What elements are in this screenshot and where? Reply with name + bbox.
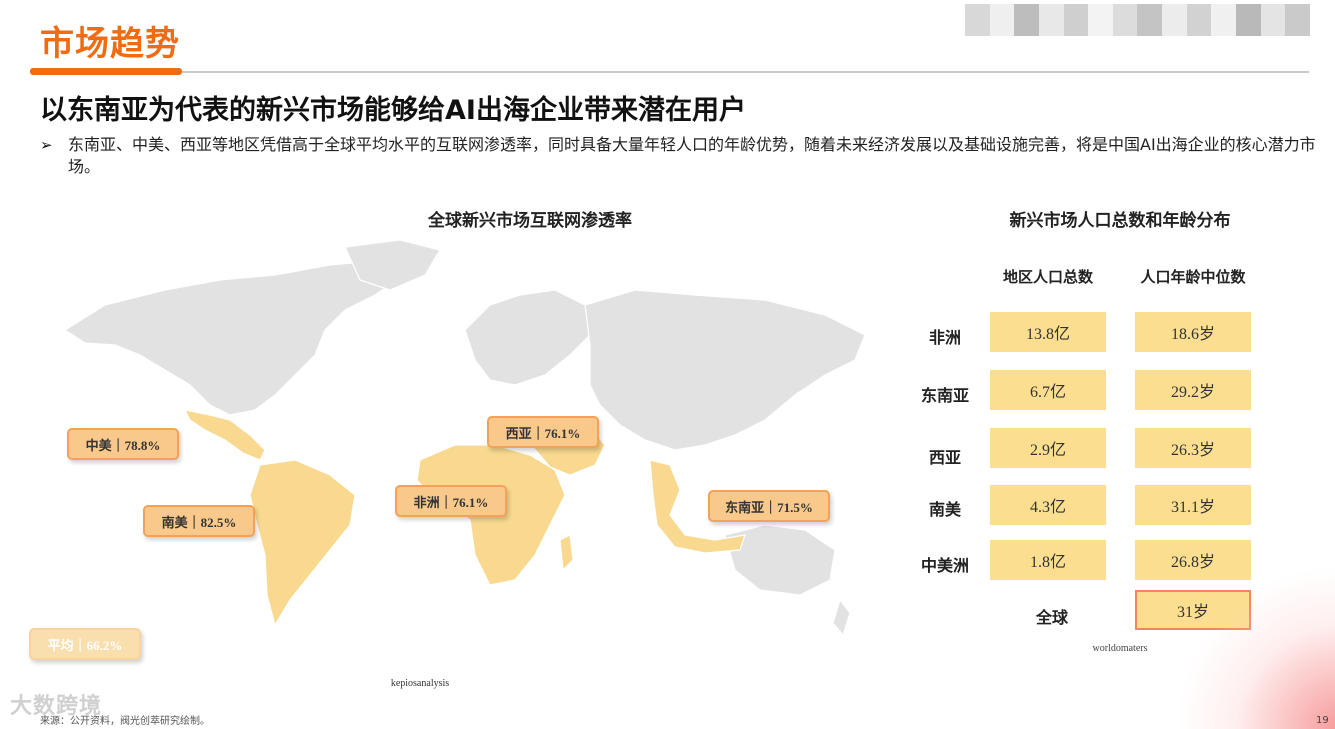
map-title: 全球新兴市场互联网渗透率 (428, 211, 632, 231)
page-number: 19 (1316, 715, 1329, 726)
tag-africa: 非洲｜76.1% (395, 485, 507, 517)
header-population: 地区人口总数 (1002, 268, 1093, 286)
central-america-shape (183, 409, 266, 461)
row-label-africa: 非洲 (928, 328, 961, 347)
map-source: kepiosanalysis (390, 678, 450, 689)
cell-median-age: 31.1岁 (1135, 485, 1251, 525)
row-label-west-asia: 西亚 (928, 448, 961, 467)
title-divider (182, 71, 1309, 73)
row-label-global: 全球 (1035, 608, 1068, 627)
cell-median-age: 18.6岁 (1135, 312, 1251, 352)
south-america-shape (249, 459, 356, 627)
tag-central-america: 中美｜78.8% (67, 428, 179, 460)
madagascar-shape (559, 534, 574, 572)
corner-decoration (1180, 560, 1335, 729)
footer-source-note: 来源：公开资料，阀光创萃研究绘制。 (40, 716, 210, 727)
cell-population: 13.8亿 (990, 312, 1106, 352)
row-label-central-america: 中美洲 (920, 556, 969, 575)
cell-median-age: 26.3岁 (1135, 428, 1251, 468)
tag-southeast-asia: 东南亚｜71.5% (708, 490, 830, 522)
description-text: 东南亚、中美、西亚等地区凭借高于全球平均水平的互联网渗透率，同时具备大量年轻人口… (68, 135, 1316, 176)
row-label-southeast-asia: 东南亚 (920, 386, 969, 405)
title-accent-bar (30, 68, 182, 75)
cell-median-age: 29.2岁 (1135, 370, 1251, 410)
cell-population: 2.9亿 (990, 428, 1106, 468)
tag-west-asia: 西亚｜76.1% (487, 416, 599, 448)
section-title: 市场趋势 (40, 24, 180, 64)
tag-average: 平均｜66.2% (29, 628, 141, 660)
cell-population: 6.7亿 (990, 370, 1106, 410)
blurred-logo (965, 4, 1310, 36)
tag-south-america: 南美｜82.5% (143, 505, 255, 537)
headline: 以东南亚为代表的新兴市场能够给AI出海企业带来潜在用户 (40, 95, 746, 126)
cell-population: 1.8亿 (990, 540, 1106, 580)
row-label-south-america: 南美 (928, 500, 961, 519)
table-source: worldomaters (1092, 643, 1148, 654)
cell-population: 4.3亿 (990, 485, 1106, 525)
header-median-age: 人口年龄中位数 (1140, 268, 1246, 286)
new-zealand-shape (832, 598, 851, 637)
bullet-arrow-icon: ➢ (40, 136, 53, 154)
asia-shape (584, 289, 866, 451)
table-title: 新兴市场人口总数和年龄分布 (1009, 211, 1231, 231)
north-america-shape (63, 259, 407, 416)
europe-shape (464, 289, 591, 386)
